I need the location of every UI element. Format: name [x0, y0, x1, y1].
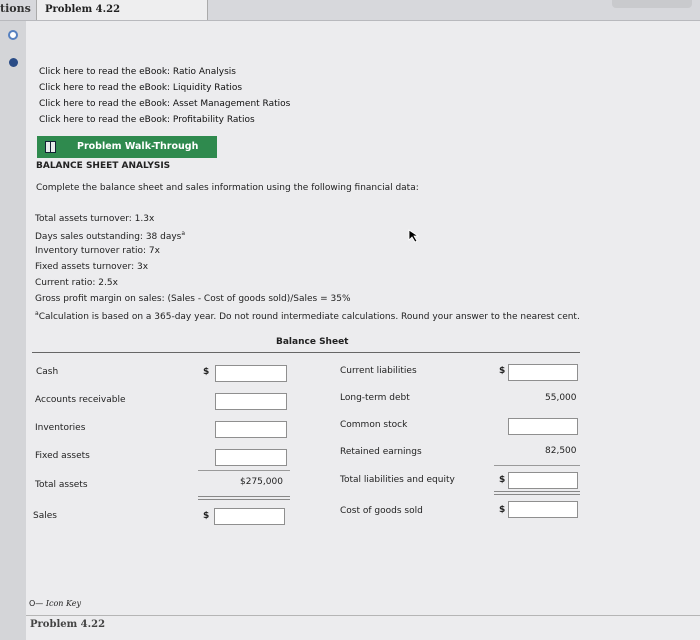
label-fixed-assets: Fixed assets [35, 451, 90, 461]
label-sales: Sales [33, 511, 57, 521]
walkthrough-button[interactable]: Problem Walk-Through [37, 136, 217, 158]
footnote: aCalculation is based on a 365-day year.… [35, 310, 580, 322]
icon-key[interactable]: O— Icon Key [29, 599, 81, 608]
data-fixed-assets-turnover: Fixed assets turnover: 3x [35, 262, 149, 272]
question-sidebar [0, 21, 26, 640]
ebook-link-asset-management[interactable]: Click here to read the eBook: Asset Mana… [39, 99, 290, 109]
ebook-link-ratio-analysis[interactable]: Click here to read the eBook: Ratio Anal… [39, 67, 236, 77]
liabilities-subtotal-rule [494, 465, 580, 466]
ebook-link-profitability[interactable]: Click here to read the eBook: Profitabil… [39, 115, 255, 125]
bottom-problem-label: Problem 4.22 [30, 619, 106, 630]
label-common-stock: Common stock [340, 420, 408, 430]
label-cash: Cash [36, 367, 59, 377]
data-total-assets-turnover: Total assets turnover: 1.3x [35, 214, 155, 224]
question-radio-unselected[interactable] [8, 30, 18, 40]
currency-cogs: $ [499, 505, 506, 515]
mouse-cursor-icon [408, 229, 420, 243]
cogs-input[interactable] [508, 501, 578, 518]
data-gross-profit-margin: Gross profit margin on sales: (Sales - C… [35, 294, 351, 304]
cash-input[interactable] [215, 365, 287, 382]
long-term-debt-value: 55,000 [545, 393, 577, 403]
label-retained-earnings: Retained earnings [340, 447, 422, 457]
bottom-divider [26, 615, 700, 616]
currency-total-liabilities: $ [499, 475, 506, 485]
data-current-ratio: Current ratio: 2.5x [35, 278, 118, 288]
table-top-rule [32, 352, 580, 353]
book-icon [45, 141, 56, 153]
section-heading: BALANCE SHEET ANALYSIS [36, 161, 171, 171]
label-current-liabilities: Current liabilities [340, 366, 417, 376]
tab-problem[interactable]: Problem 4.22 [36, 0, 208, 20]
sales-input[interactable] [214, 508, 285, 525]
walkthrough-label: Problem Walk-Through [77, 141, 199, 152]
tab-questions[interactable]: tions [0, 2, 31, 15]
fixed-assets-input[interactable] [215, 449, 287, 466]
top-tab-bar: tions Problem 4.22 [0, 0, 700, 21]
problem-content: Click here to read the eBook: Ratio Anal… [26, 21, 700, 640]
retained-earnings-value: 82,500 [545, 446, 577, 456]
total-assets-value: $275,000 [240, 477, 283, 487]
label-total-assets: Total assets [35, 480, 88, 490]
data-days-sales-outstanding: Days sales outstanding: 38 daysa [35, 230, 186, 242]
label-inventories: Inventories [35, 423, 86, 433]
label-long-term-debt: Long-term debt [340, 393, 410, 403]
common-stock-input[interactable] [508, 418, 578, 435]
accounts-receivable-input[interactable] [215, 393, 287, 410]
currency-current-liabilities: $ [499, 366, 506, 376]
currency-cash: $ [203, 367, 210, 377]
question-radio-selected[interactable] [9, 58, 18, 67]
footnote-marker: a [181, 230, 186, 237]
label-total-liabilities-equity: Total liabilities and equity [340, 475, 455, 485]
assets-subtotal-rule [198, 470, 290, 471]
liabilities-double-rule [494, 491, 580, 495]
data-inventory-turnover: Inventory turnover ratio: 7x [35, 246, 160, 256]
total-liabilities-equity-input[interactable] [508, 472, 578, 489]
current-liabilities-input[interactable] [508, 364, 578, 381]
inventories-input[interactable] [215, 421, 287, 438]
instruction-text: Complete the balance sheet and sales inf… [36, 183, 419, 193]
key-icon: O— [29, 599, 44, 608]
ebook-link-liquidity-ratios[interactable]: Click here to read the eBook: Liquidity … [39, 83, 242, 93]
balance-sheet-title: Balance Sheet [276, 337, 349, 347]
label-cost-of-goods-sold: Cost of goods sold [340, 506, 423, 516]
window-controls[interactable] [612, 0, 692, 8]
currency-sales: $ [203, 511, 210, 521]
label-accounts-receivable: Accounts receivable [35, 395, 126, 405]
assets-double-rule [198, 496, 290, 500]
